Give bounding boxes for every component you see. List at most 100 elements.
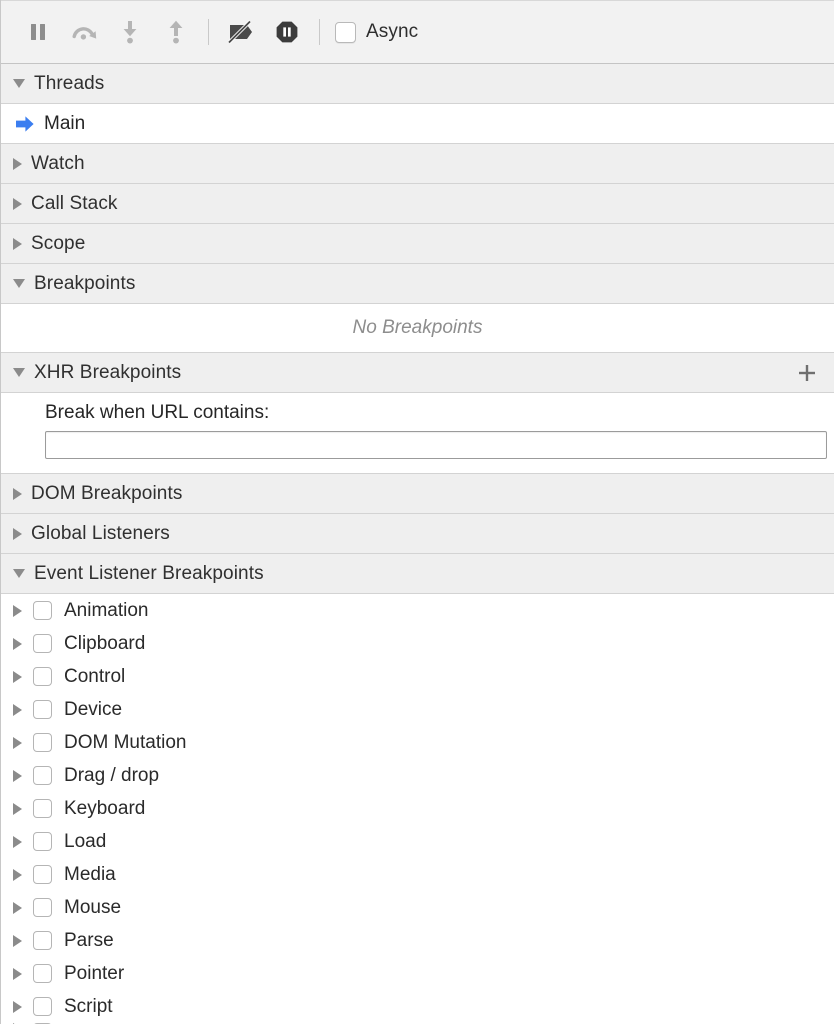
section-title-global-listeners: Global Listeners — [31, 523, 170, 545]
toolbar-separator-1 — [208, 19, 209, 45]
event-listener-category-label: Clipboard — [64, 633, 145, 655]
event-listener-category-row[interactable]: Pointer — [1, 957, 834, 990]
event-listener-category-checkbox[interactable] — [33, 733, 52, 752]
deactivate-breakpoints-button[interactable] — [218, 10, 264, 54]
triangle-right-icon[interactable] — [13, 935, 22, 947]
event-listener-category-row[interactable]: Keyboard — [1, 792, 834, 825]
event-listener-category-row[interactable]: Clipboard — [1, 627, 834, 660]
event-listener-category-label: Media — [64, 864, 116, 886]
triangle-right-icon — [13, 198, 22, 210]
triangle-right-icon[interactable] — [13, 605, 22, 617]
event-listener-category-row[interactable]: Mouse — [1, 891, 834, 924]
pause-icon — [27, 20, 49, 44]
triangle-right-icon[interactable] — [13, 1001, 22, 1013]
step-over-button[interactable] — [61, 10, 107, 54]
triangle-right-icon[interactable] — [13, 770, 22, 782]
section-header-call-stack[interactable]: Call Stack — [1, 184, 834, 224]
event-listener-category-label: Control — [64, 666, 125, 688]
async-checkbox-group[interactable]: Async — [335, 21, 418, 43]
triangle-right-icon — [13, 488, 22, 500]
async-label: Async — [366, 21, 418, 43]
event-listener-category-checkbox[interactable] — [33, 898, 52, 917]
triangle-right-icon[interactable] — [13, 968, 22, 980]
triangle-right-icon[interactable] — [13, 869, 22, 881]
event-listener-category-checkbox[interactable] — [33, 832, 52, 851]
xhr-url-input[interactable] — [45, 431, 827, 459]
event-listener-category-label: Mouse — [64, 897, 121, 919]
triangle-right-icon[interactable] — [13, 704, 22, 716]
event-listener-category-checkbox[interactable] — [33, 700, 52, 719]
active-thread-arrow-icon — [15, 115, 35, 133]
triangle-right-icon[interactable] — [13, 902, 22, 914]
breakpoints-empty-pane: No Breakpoints — [1, 304, 834, 353]
no-breakpoints-message: No Breakpoints — [353, 317, 483, 339]
triangle-right-icon[interactable] — [13, 803, 22, 815]
event-listener-category-checkbox[interactable] — [33, 931, 52, 950]
event-listener-category-label: Device — [64, 699, 122, 721]
triangle-down-icon — [13, 569, 25, 578]
event-listener-category-row[interactable]: Animation — [1, 594, 834, 627]
event-listener-category-row[interactable]: Device — [1, 693, 834, 726]
event-listener-category-label: Script — [64, 996, 113, 1018]
triangle-down-icon — [13, 279, 25, 288]
event-listener-category-checkbox[interactable] — [33, 766, 52, 785]
section-title-call-stack: Call Stack — [31, 193, 118, 215]
event-listener-category-row[interactable]: Parse — [1, 924, 834, 957]
event-listener-category-checkbox[interactable] — [33, 667, 52, 686]
deactivate-breakpoints-icon — [226, 19, 256, 45]
section-header-dom-breakpoints[interactable]: DOM Breakpoints — [1, 474, 834, 514]
event-listener-category-checkbox[interactable] — [33, 634, 52, 653]
section-title-scope: Scope — [31, 233, 85, 255]
event-listener-category-row[interactable]: DOM Mutation — [1, 726, 834, 759]
triangle-right-icon[interactable] — [13, 836, 22, 848]
triangle-right-icon — [13, 158, 22, 170]
section-title-threads: Threads — [34, 73, 104, 95]
debugger-toolbar: Async — [1, 0, 834, 64]
debugger-sidebar-panel: Async Threads Main Watch Call Stack Scop… — [0, 0, 834, 1024]
event-listener-category-label: Keyboard — [64, 798, 145, 820]
thread-row-main[interactable]: Main — [1, 104, 834, 144]
async-checkbox[interactable] — [335, 22, 356, 43]
section-header-scope[interactable]: Scope — [1, 224, 834, 264]
event-listener-category-checkbox[interactable] — [33, 997, 52, 1016]
section-header-watch[interactable]: Watch — [1, 144, 834, 184]
event-listener-category-label: Parse — [64, 930, 114, 952]
event-listener-category-row[interactable]: Media — [1, 858, 834, 891]
triangle-right-icon[interactable] — [13, 671, 22, 683]
add-xhr-breakpoint-button[interactable] — [796, 362, 818, 384]
event-listener-category-row[interactable]: Load — [1, 825, 834, 858]
section-title-xhr-breakpoints: XHR Breakpoints — [34, 362, 181, 384]
thread-label-main: Main — [44, 113, 85, 135]
event-listener-category-checkbox[interactable] — [33, 601, 52, 620]
event-listener-category-checkbox[interactable] — [33, 964, 52, 983]
section-header-global-listeners[interactable]: Global Listeners — [1, 514, 834, 554]
section-title-watch: Watch — [31, 153, 85, 175]
pause-on-exceptions-button[interactable] — [264, 10, 310, 54]
step-over-icon — [70, 20, 98, 44]
triangle-right-icon — [13, 528, 22, 540]
event-listener-category-row[interactable]: Script — [1, 990, 834, 1023]
event-listener-category-checkbox[interactable] — [33, 865, 52, 884]
event-listener-category-checkbox[interactable] — [33, 799, 52, 818]
step-out-icon — [165, 19, 187, 45]
section-header-breakpoints[interactable]: Breakpoints — [1, 264, 834, 304]
event-listener-category-label: Load — [64, 831, 106, 853]
triangle-right-icon — [13, 238, 22, 250]
section-title-breakpoints: Breakpoints — [34, 273, 135, 295]
event-listener-category-row[interactable]: Drag / drop — [1, 759, 834, 792]
triangle-down-icon — [13, 368, 25, 377]
step-out-button[interactable] — [153, 10, 199, 54]
pause-on-exceptions-icon — [274, 19, 300, 45]
triangle-right-icon[interactable] — [13, 737, 22, 749]
section-title-event-listener-breakpoints: Event Listener Breakpoints — [34, 563, 264, 585]
section-header-xhr-breakpoints[interactable]: XHR Breakpoints — [1, 353, 834, 393]
pause-resume-button[interactable] — [15, 10, 61, 54]
event-listener-category-row[interactable]: Control — [1, 660, 834, 693]
xhr-breakpoint-editor: Break when URL contains: — [1, 393, 834, 474]
step-into-button[interactable] — [107, 10, 153, 54]
section-header-event-listener-breakpoints[interactable]: Event Listener Breakpoints — [1, 554, 834, 594]
triangle-right-icon[interactable] — [13, 638, 22, 650]
section-header-threads[interactable]: Threads — [1, 64, 834, 104]
event-listener-category-label: DOM Mutation — [64, 732, 186, 754]
toolbar-separator-2 — [319, 19, 320, 45]
